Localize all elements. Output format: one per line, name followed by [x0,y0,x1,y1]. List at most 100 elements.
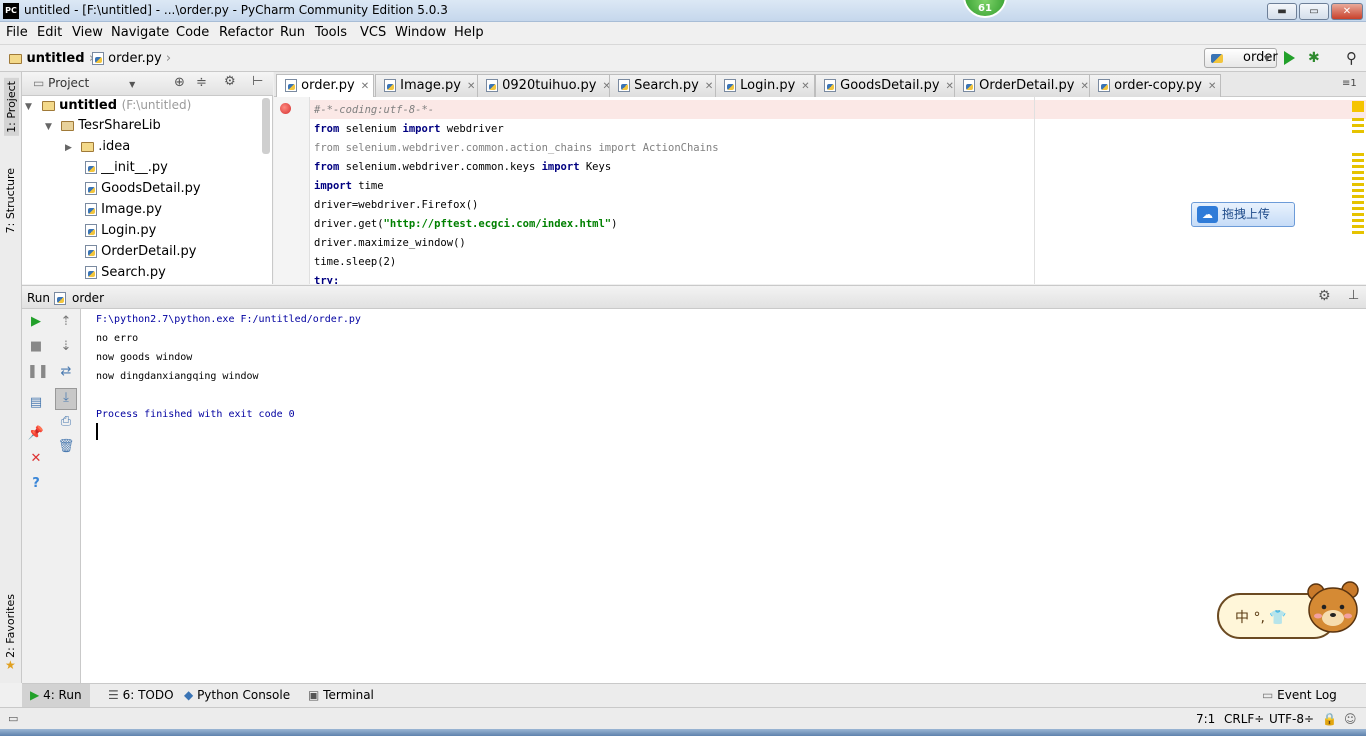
run-tab-order[interactable]: order [72,291,104,305]
tree-item-file[interactable]: Image.py [85,200,162,220]
menu-edit[interactable]: Edit [37,25,62,40]
tree-item-label: __init__.py [101,160,168,175]
print-icon[interactable]: ⎙ [57,413,75,431]
drag-upload-button[interactable]: ☁ 拖拽上传 [1191,202,1295,227]
tab-orderdetail-py[interactable]: OrderDetail.py ✕ [954,74,1094,97]
tree-item-file[interactable]: OrderDetail.py [85,242,196,262]
locate-target-icon[interactable]: ⊕ [174,75,185,90]
menu-help[interactable]: Help [454,25,484,40]
editor-gutter[interactable] [274,97,310,284]
project-panel-header: ▭ Project ▼ ⊕ ≑ ⚙ ⊢ [22,72,273,96]
tabs-overflow-menu[interactable]: ≡1 [1342,78,1357,89]
line-separator-select[interactable]: CRLF÷ [1224,712,1264,726]
console-line: no erro [96,333,139,344]
tab-label: 0920tuihuo.py [502,78,597,93]
tool-tab-todo[interactable]: ☰ 6: TODO [108,688,174,702]
tree-item-file[interactable]: __init__.py [85,158,168,178]
cloud-icon: ☁ [1197,206,1218,223]
tool-tab-event-log[interactable]: ▭ Event Log [1262,688,1337,702]
close-tab-icon[interactable]: ✕ [705,81,713,92]
code-editor[interactable]: #-*-coding:utf-8-*- from selenium import… [274,97,1366,284]
tree-item-root[interactable]: ▼ untitled (F:\untitled) [25,95,191,115]
caret-position[interactable]: 7:1 [1196,712,1215,726]
close-tab-icon[interactable]: ✕ [361,81,369,92]
lock-icon[interactable]: 🔒 [1322,712,1337,726]
tab-order-copy-py[interactable]: order-copy.py ✕ [1089,74,1222,97]
tree-item-file[interactable]: GoodsDetail.py [85,179,201,199]
menu-tools[interactable]: Tools [315,25,347,40]
run-configuration-select[interactable]: order ▼ [1204,48,1278,68]
toggle-tool-windows-icon[interactable]: ▭ [8,712,18,725]
project-scrollbar[interactable] [262,98,270,154]
soft-wrap-icon[interactable]: ⇄ [57,363,75,381]
maximize-button[interactable]: ▭ [1299,3,1329,20]
notification-badge[interactable]: 61 [963,0,1007,18]
console-line: F:\python2.7\python.exe F:/untitled/orde… [96,314,361,325]
breakpoint-icon[interactable] [280,103,291,114]
rerun-icon[interactable]: ▶ [27,313,45,331]
tool-tab-favorites[interactable]: 2: Favorites [4,594,17,658]
menu-file[interactable]: File [6,25,28,40]
python-file-icon [384,79,396,92]
tab-image-py[interactable]: Image.py ✕ [375,74,481,97]
close-tab-icon[interactable]: ✕ [801,81,809,92]
tree-item-path: (F:\untitled) [121,98,192,112]
hide-panel-icon[interactable]: ⊢ [252,74,263,89]
tool-tab-project[interactable]: 1: Project [4,78,19,136]
tool-tab-terminal[interactable]: ▣ Terminal [308,688,374,702]
menu-code[interactable]: Code [176,25,209,40]
tree-item-package[interactable]: ▼ TesrShareLib [45,116,161,136]
collapse-all-icon[interactable]: ≑ [196,75,207,90]
help-icon[interactable]: ? [27,475,45,493]
tree-item-file[interactable]: Search.py [85,263,166,283]
menu-view[interactable]: View [72,25,103,40]
close-tab-icon[interactable]: ✕ [1208,81,1216,92]
gear-icon[interactable]: ⚙ [224,74,236,89]
debug-bug-icon[interactable]: ✱ [1308,50,1320,66]
close-button[interactable]: ✕ [1331,3,1363,20]
close-tab-icon[interactable]: ✕ [467,81,475,92]
scroll-to-end-icon[interactable]: ⤓ [55,388,77,410]
close-tab-icon[interactable]: ✕ [946,81,954,92]
python-file-icon [824,79,836,92]
hide-panel-icon[interactable]: ⊥ [1348,288,1359,303]
ime-status: 中 °, 👕 [1235,610,1287,626]
tree-item-folder[interactable]: ▶ .idea [65,137,130,157]
run-icon[interactable] [1284,51,1295,65]
pin-tab-icon[interactable]: 📌 [27,425,45,443]
menu-vcs[interactable]: VCS [360,25,386,40]
menu-window[interactable]: Window [395,25,446,40]
inspector-icon[interactable]: ☺ [1344,712,1357,726]
scroll-down-icon[interactable]: ⇣ [57,338,75,356]
python-file-icon [85,245,97,258]
stop-icon[interactable]: ■ [27,338,45,356]
breadcrumb-file[interactable]: order.py › [92,51,171,66]
tab-goodsdetail-py[interactable]: GoodsDetail.py ✕ [815,74,959,97]
breadcrumb-project[interactable]: untitled › [9,51,94,66]
tab-search-py[interactable]: Search.py ✕ [609,74,719,97]
search-icon[interactable]: ⚲ [1346,49,1357,67]
tool-tab-run[interactable]: ▶ 4: Run [22,684,90,708]
pause-icon[interactable]: ❚❚ [27,363,49,381]
scroll-up-icon[interactable]: ⇡ [57,313,75,331]
close-tab-icon[interactable]: ✕ [1080,81,1088,92]
project-view-select[interactable]: ▭ Project ▼ [33,76,135,90]
tree-item-file[interactable]: Login.py [85,221,156,241]
tab-0920tuihuo-py[interactable]: 0920tuihuo.py ✕ [477,74,616,97]
console-output[interactable]: F:\python2.7\python.exe F:/untitled/orde… [81,309,1366,683]
menu-run[interactable]: Run [280,25,305,40]
minimize-button[interactable]: ▬ [1267,3,1297,20]
gear-icon[interactable]: ⚙ [1318,288,1331,304]
tool-tab-python-console[interactable]: ◆ Python Console [184,688,290,702]
tool-tab-structure[interactable]: 7: Structure [4,168,17,233]
tab-order-py[interactable]: order.py ✕ [276,74,375,98]
close-run-icon[interactable]: ✕ [27,450,45,468]
clear-all-icon[interactable]: 🗑 [57,438,75,456]
menu-navigate[interactable]: Navigate [111,25,169,40]
error-stripe[interactable] [1352,101,1364,281]
restore-layout-icon[interactable]: ▤ [27,394,45,412]
tab-login-py[interactable]: Login.py ✕ [715,74,815,97]
code-line: driver.get("http://pftest.ecgci.com/inde… [314,218,618,230]
menu-refactor[interactable]: Refactor [219,25,274,40]
encoding-select[interactable]: UTF-8÷ [1269,712,1314,726]
